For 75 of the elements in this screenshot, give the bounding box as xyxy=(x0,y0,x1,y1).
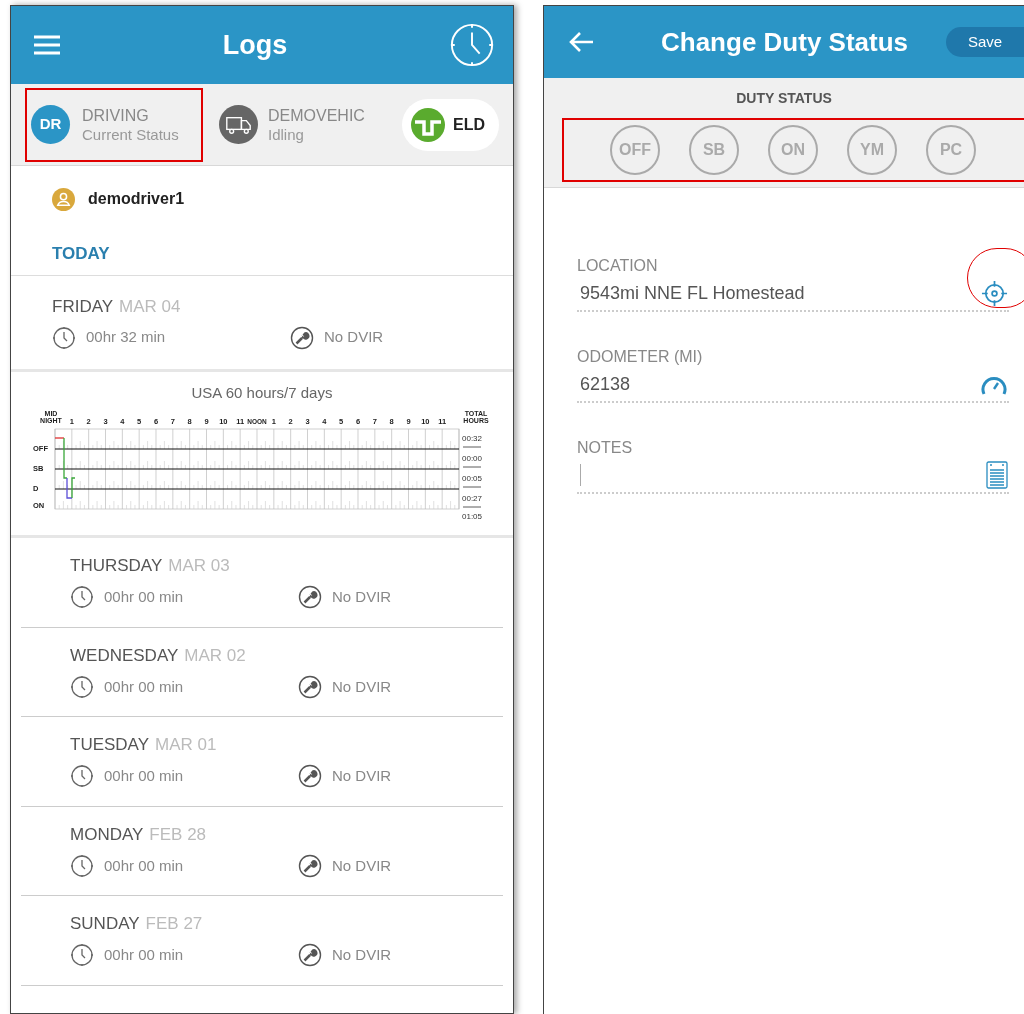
clock-icon[interactable] xyxy=(449,22,495,68)
vehicle-state: Idling xyxy=(268,124,305,144)
back-arrow-icon[interactable] xyxy=(568,31,594,53)
clock-icon xyxy=(70,585,94,610)
section-heading: TODAY xyxy=(52,242,110,265)
clock-icon xyxy=(70,674,94,699)
dvir-status: No DVIR xyxy=(332,587,392,607)
day-date: MAR 03 xyxy=(168,555,230,578)
vehicle-name: DEMOVEHIC xyxy=(268,105,365,125)
log-day-item[interactable]: WEDNESDAY MAR 02 00hr 00 min No DVIR xyxy=(21,627,503,717)
dvir-status: No DVIR xyxy=(332,945,392,965)
wrench-icon xyxy=(290,325,314,350)
field-label: LOCATION xyxy=(577,256,659,276)
field-label: NOTES xyxy=(577,438,634,458)
clock-icon xyxy=(70,853,94,878)
wrench-icon xyxy=(298,853,322,878)
day-name: MONDAY xyxy=(70,823,144,846)
row-total: 00:27 xyxy=(461,493,482,503)
row-total: 00:00 xyxy=(461,453,482,463)
row-total: 00:05 xyxy=(461,473,482,483)
notepad-icon[interactable] xyxy=(986,461,1008,489)
day-name: THURSDAY xyxy=(70,555,163,578)
drive-duration: 00hr 00 min xyxy=(104,855,184,876)
eld-logo-icon xyxy=(411,107,445,142)
drive-duration: 00hr 00 min xyxy=(104,676,184,697)
dvir-status: No DVIR xyxy=(332,855,392,876)
day-name: WEDNESDAY xyxy=(70,644,179,667)
drive-duration: 00hr 00 min xyxy=(104,766,184,786)
clock-icon xyxy=(70,764,94,789)
day-name: SUNDAY xyxy=(70,913,140,936)
driver-avatar-icon xyxy=(52,187,75,211)
status-caption: Current Status xyxy=(82,124,179,144)
status-badge: DR xyxy=(31,105,70,144)
log-day-item[interactable]: SUNDAY FEB 27 00hr 00 min No DVIR xyxy=(21,896,503,986)
screen-title: Change Duty Status xyxy=(661,25,909,59)
dvir-status: No DVIR xyxy=(332,766,392,786)
section-heading: DUTY STATUS xyxy=(736,89,832,108)
grand-total: 01:05 xyxy=(461,511,482,521)
day-date: MAR 01 xyxy=(155,734,217,757)
drive-duration: 00hr 32 min xyxy=(86,327,166,348)
input-field[interactable]: 62138 xyxy=(577,367,1009,403)
crosshair-icon[interactable] xyxy=(981,279,1008,307)
input-field[interactable]: 9543mi NNE FL Homestead xyxy=(577,276,1009,312)
input-field[interactable] xyxy=(577,458,1009,494)
save-button[interactable]: Save xyxy=(946,27,1024,57)
eld-button[interactable]: ELD xyxy=(402,98,499,151)
graph-title: USA 60 hours/7 days xyxy=(191,383,333,403)
screen-title: Logs xyxy=(222,28,288,62)
clock-icon xyxy=(70,943,94,968)
day-name: TUESDAY xyxy=(70,734,150,757)
day-date: FEB 28 xyxy=(149,823,207,846)
driver-name: demodriver1 xyxy=(88,189,185,209)
wrench-icon xyxy=(298,943,322,968)
day-date: MAR 02 xyxy=(184,644,246,667)
wrench-icon xyxy=(298,585,322,610)
drive-duration: 00hr 00 min xyxy=(104,945,184,965)
log-day-item[interactable]: THURSDAY MAR 03 00hr 00 min No DVIR xyxy=(21,538,503,628)
wrench-icon xyxy=(298,764,322,789)
day-name: FRIDAY xyxy=(52,295,114,318)
status-label: DRIVING xyxy=(82,105,150,125)
drive-duration: 00hr 00 min xyxy=(104,587,184,607)
log-day-item[interactable]: MONDAY FEB 28 00hr 00 min No DVIR xyxy=(21,806,503,896)
duty-status-line xyxy=(53,436,76,499)
field-label: ODOMETER (MI) xyxy=(577,347,704,367)
wrench-icon xyxy=(298,674,322,699)
row-total: 00:32 xyxy=(461,433,482,443)
log-day-item[interactable]: FRIDAY MAR 04 00hr 32 min No DVIR xyxy=(11,276,513,369)
day-date: FEB 27 xyxy=(145,913,203,936)
dvir-status: No DVIR xyxy=(332,676,392,697)
dvir-status: No DVIR xyxy=(324,327,384,348)
truck-icon xyxy=(219,105,258,144)
day-date: MAR 04 xyxy=(119,295,181,318)
clock-icon xyxy=(52,325,76,350)
menu-icon[interactable] xyxy=(33,34,61,56)
log-day-item[interactable]: TUESDAY MAR 01 00hr 00 min No DVIR xyxy=(21,717,503,807)
